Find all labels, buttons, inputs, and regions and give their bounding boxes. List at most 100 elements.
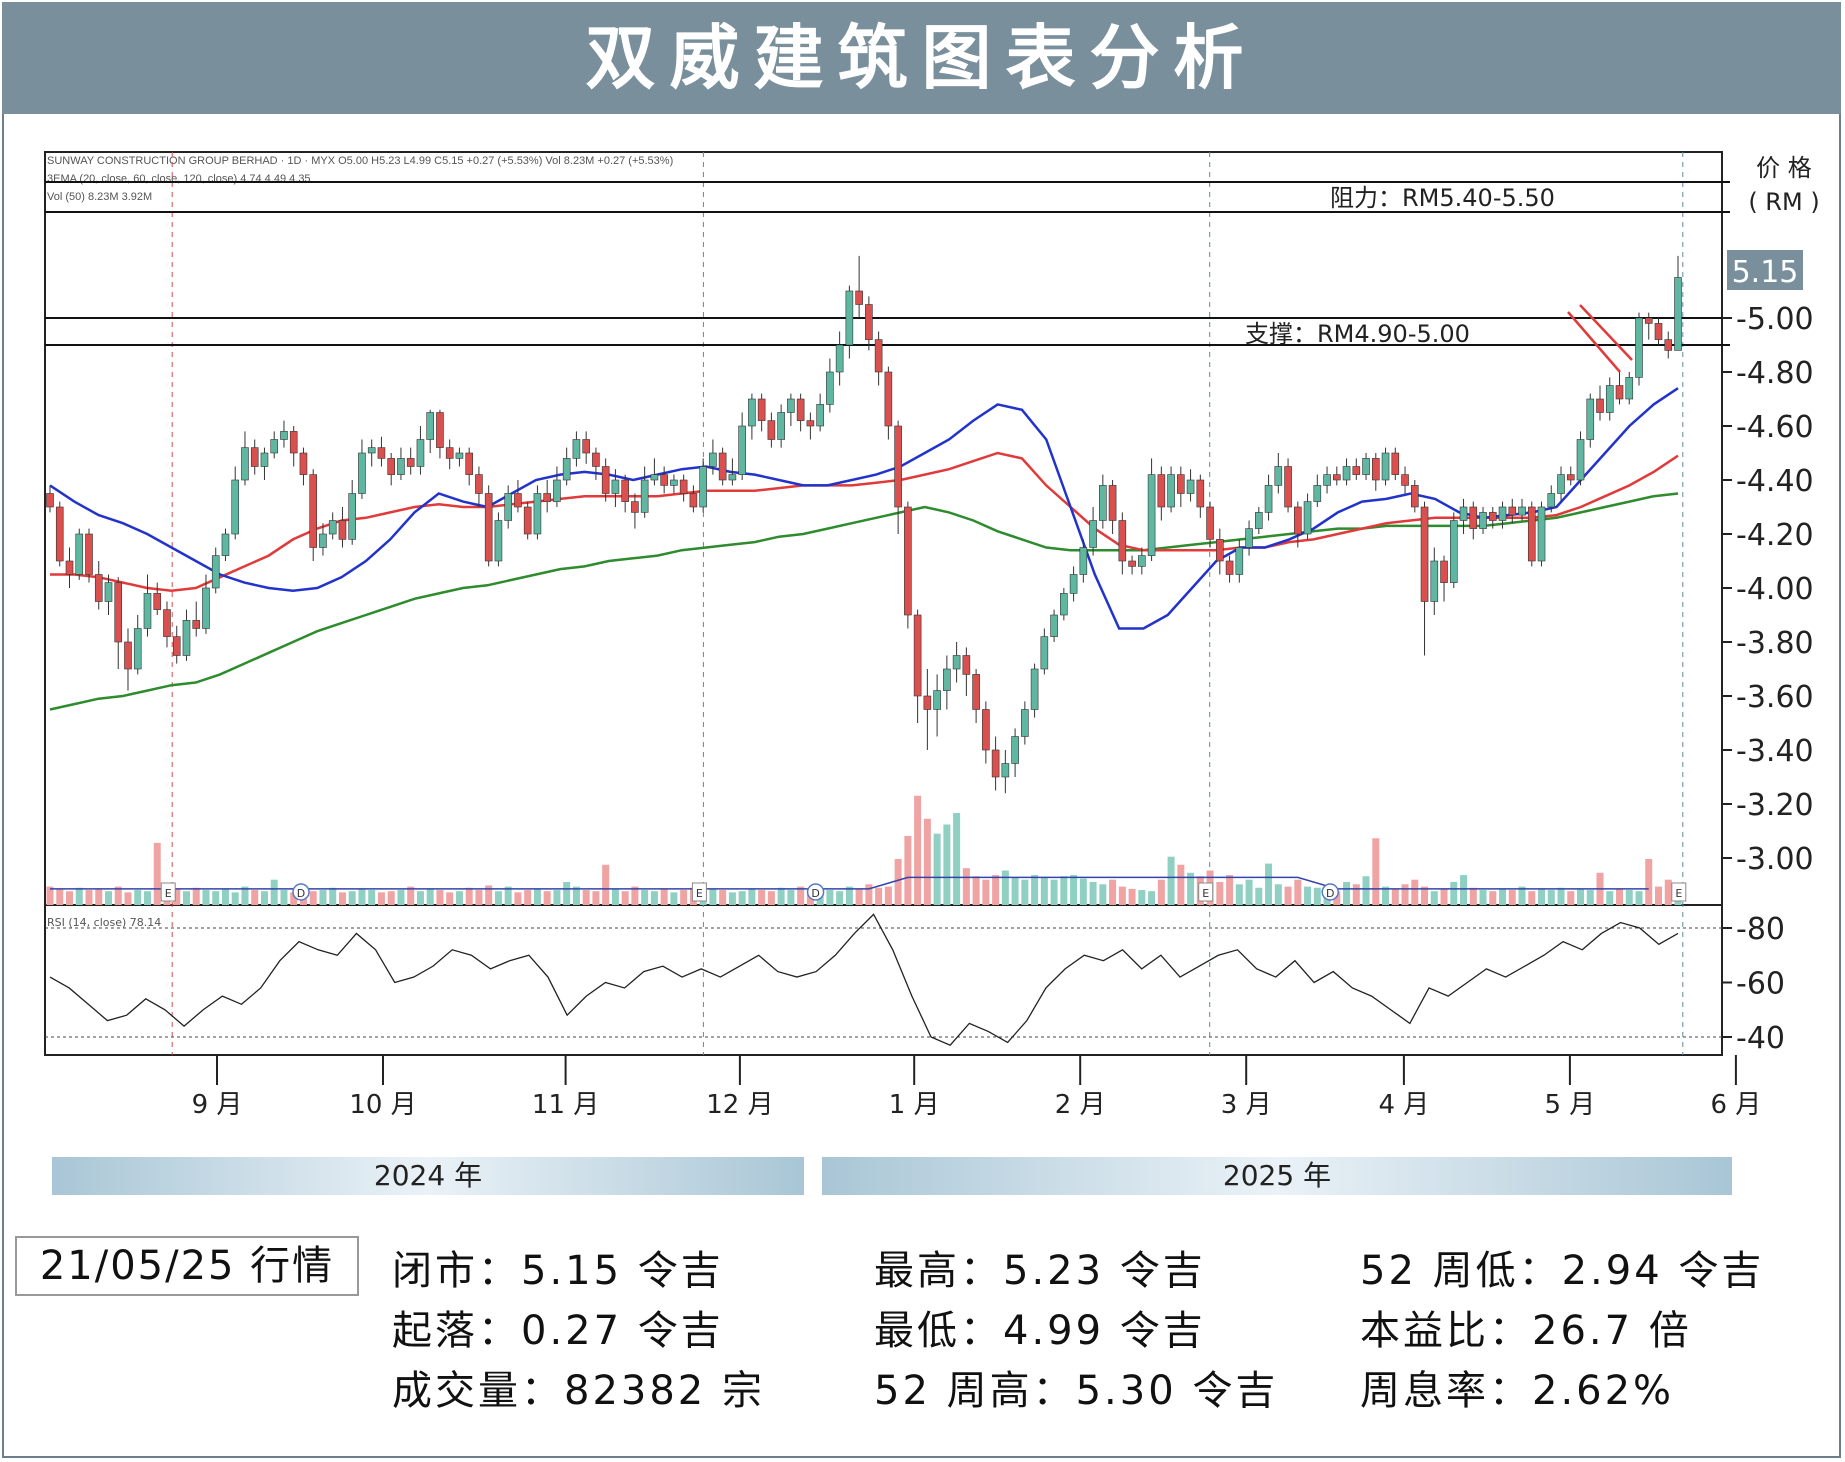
- volume-bar: [670, 892, 678, 905]
- candle-body: [1420, 506, 1429, 602]
- candle-body: [1225, 560, 1234, 575]
- candle-body: [358, 452, 366, 494]
- candle-body: [1021, 709, 1029, 737]
- candle-body: [1235, 547, 1244, 575]
- event-marker-label: D: [1326, 887, 1334, 900]
- candle-body: [962, 655, 971, 675]
- volume-bar: [680, 890, 688, 905]
- candle-body: [640, 479, 649, 513]
- candle-body: [241, 447, 249, 481]
- candle-body: [923, 695, 932, 710]
- candle-body: [1440, 560, 1448, 583]
- volume-bar: [475, 890, 483, 905]
- price-tick-label: -5.00: [1736, 302, 1814, 337]
- candle-body: [933, 690, 941, 710]
- candle-body: [1586, 398, 1595, 440]
- rsi-tick-label: -40: [1736, 1021, 1785, 1056]
- candle-body: [250, 447, 259, 467]
- header-line: Vol (50) 8.23M 3.92M: [47, 191, 152, 203]
- candle-body: [1635, 317, 1643, 378]
- volume-bar: [1586, 890, 1594, 905]
- volume-bar: [1031, 875, 1039, 905]
- candle-body: [387, 458, 395, 475]
- volume-bar: [416, 891, 424, 905]
- volume-bar: [602, 864, 610, 905]
- volume-bar: [1118, 886, 1126, 905]
- volume-bar: [992, 875, 1000, 905]
- volume-bar: [543, 891, 551, 905]
- candle-body: [475, 474, 483, 494]
- volume-bar: [95, 888, 103, 905]
- price-tick-label: -4.20: [1736, 518, 1814, 553]
- candle-body: [728, 474, 737, 481]
- candle-body: [845, 290, 854, 346]
- volume-bar: [1128, 888, 1136, 905]
- candle-body: [172, 636, 181, 656]
- volume-bar: [1274, 884, 1282, 905]
- candle-body: [689, 493, 698, 508]
- resistance-label: 阻力：RM5.40-5.50: [1330, 184, 1555, 212]
- candle-body: [650, 474, 659, 481]
- candle-body: [163, 609, 171, 637]
- candle-body: [1157, 474, 1166, 508]
- quote-dividend-yield: 周息率：2.62%: [1360, 1368, 1675, 1414]
- candle-body: [1001, 763, 1010, 778]
- event-marker-label: E: [165, 887, 172, 900]
- candle-body: [826, 371, 834, 405]
- candle-body: [679, 479, 688, 494]
- candle-body: [1537, 506, 1546, 562]
- volume-bar: [1099, 884, 1107, 905]
- volume-bar: [1079, 878, 1087, 905]
- volume-bar: [1411, 879, 1419, 905]
- candle-body: [894, 425, 902, 508]
- candle-body: [904, 506, 912, 616]
- quote-high: 最高：5.23 令吉: [874, 1248, 1206, 1294]
- rsi-tick-label: -60: [1736, 967, 1785, 1002]
- candle-body: [748, 398, 756, 427]
- volume-bar: [465, 887, 473, 905]
- candle-body: [1128, 560, 1136, 567]
- candle-body: [484, 493, 493, 562]
- volume-bar: [202, 890, 210, 905]
- volume-bar: [1655, 886, 1663, 905]
- volume-bar: [719, 890, 727, 905]
- volume-bar: [1040, 877, 1048, 905]
- candle-body: [1644, 317, 1653, 324]
- candle-body: [709, 452, 717, 467]
- candle-body: [1147, 474, 1156, 556]
- volume-bar: [280, 890, 288, 905]
- volume-bar: [1450, 882, 1458, 905]
- volume-bar: [1664, 879, 1672, 905]
- volume-bar: [1635, 891, 1643, 905]
- candle-body: [1430, 560, 1439, 602]
- volume-bar: [1060, 876, 1068, 905]
- price-tick-label: -4.60: [1736, 410, 1814, 445]
- volume-bar: [777, 887, 785, 905]
- volume-bar: [270, 879, 278, 905]
- candle-body: [1313, 485, 1322, 502]
- month-tick-label: 9 月: [192, 1090, 243, 1120]
- candle-body: [221, 533, 230, 556]
- volume-bar: [1148, 891, 1156, 905]
- candle-body: [1167, 474, 1175, 508]
- volume-bar: [329, 887, 337, 905]
- volume-bar: [368, 890, 376, 905]
- volume-bar: [1216, 882, 1224, 905]
- volume-bar: [65, 891, 73, 905]
- volume-bar: [494, 891, 502, 905]
- month-tick-label: 12 月: [706, 1090, 773, 1120]
- volume-bar: [1226, 875, 1234, 905]
- volume-bar: [1538, 888, 1546, 905]
- candle-body: [260, 452, 269, 467]
- volume-bar: [1606, 891, 1614, 905]
- candle-body: [1654, 323, 1663, 340]
- candle-body: [718, 452, 727, 481]
- candle-body: [1284, 466, 1292, 508]
- candle-body: [1264, 485, 1273, 513]
- volume-bar: [914, 795, 922, 905]
- volume-bar: [933, 833, 941, 905]
- candle-body: [133, 628, 142, 670]
- volume-bar: [319, 890, 327, 905]
- header-line: 3EMA (20, close, 60, close, 120, close) …: [47, 173, 311, 185]
- rsi-label: RSI (14, close) 78.14: [47, 916, 161, 929]
